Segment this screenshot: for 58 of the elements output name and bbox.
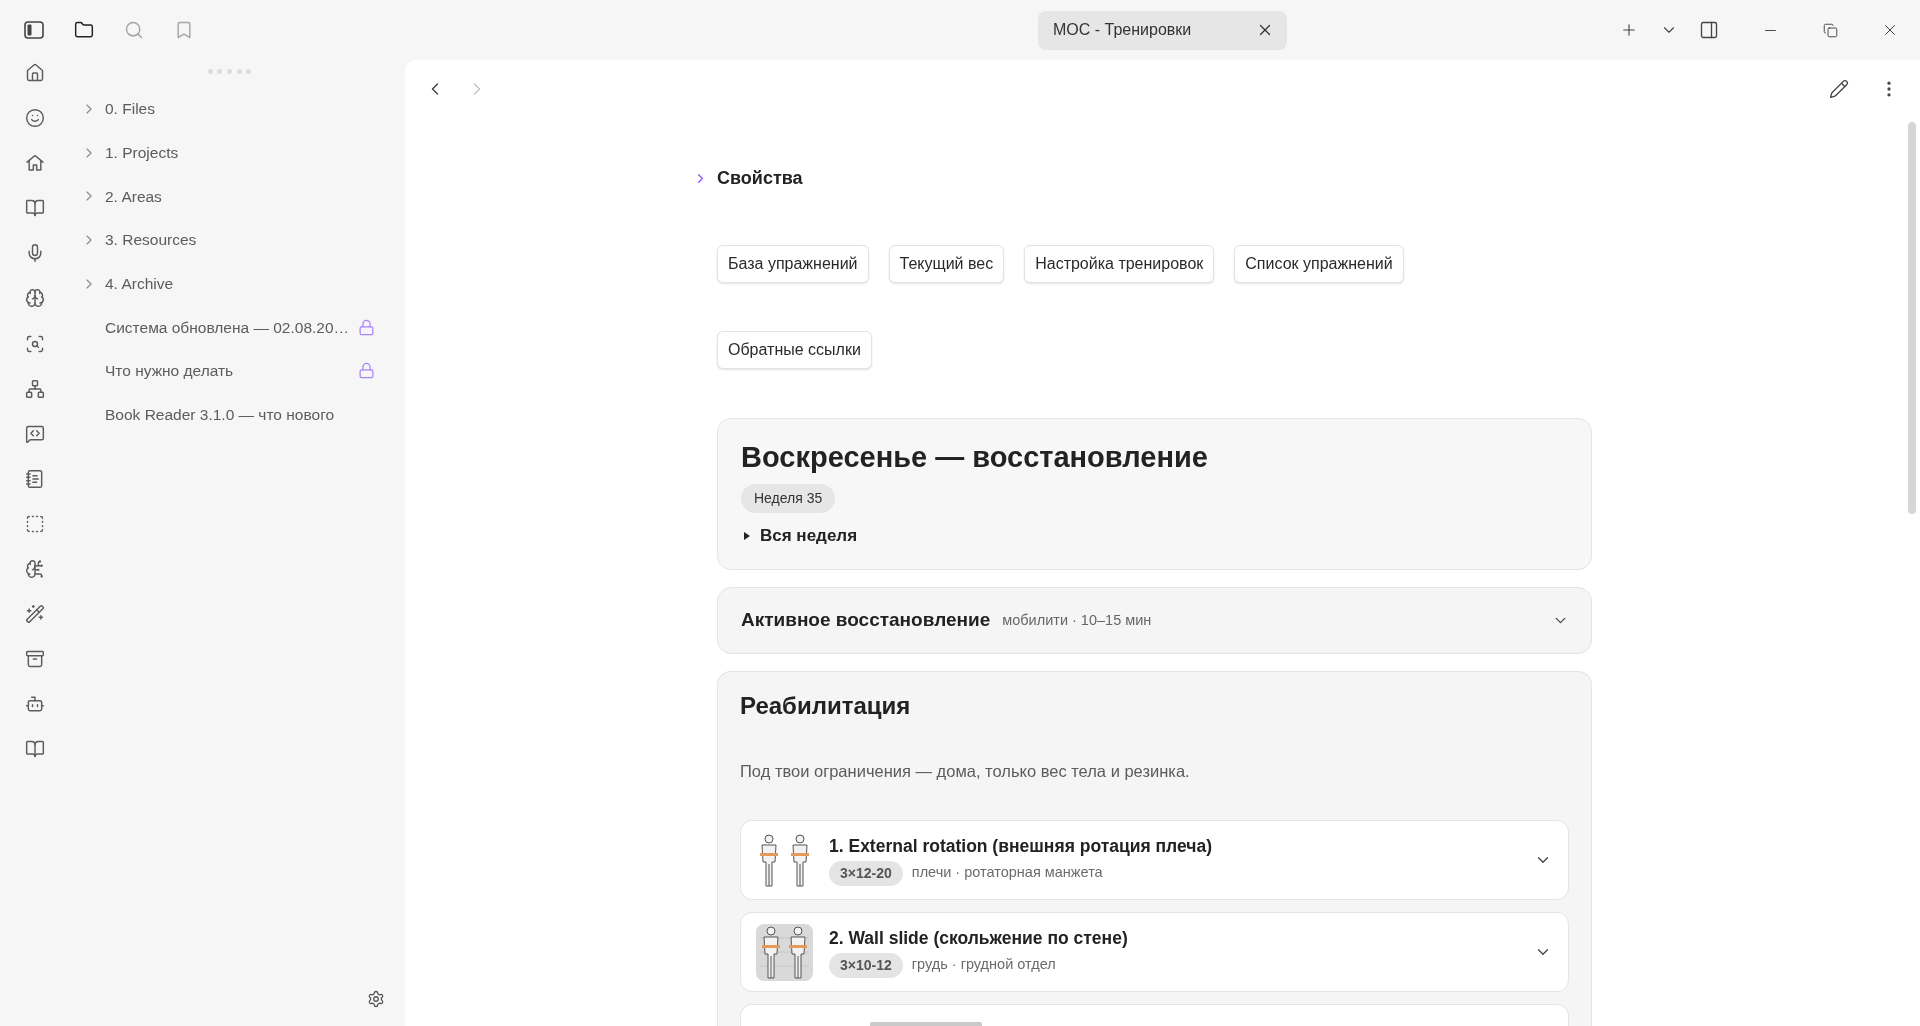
scrollbar-thumb[interactable]	[1908, 122, 1916, 514]
folder-item[interactable]: 1. Projects	[70, 140, 179, 165]
notebook-icon[interactable]	[25, 468, 45, 489]
exercise-title: 1. External rotation (внешняя ротация плеча)	[829, 834, 1212, 857]
edit-icon[interactable]	[1829, 79, 1849, 99]
link-button[interactable]: База упражнений	[717, 245, 869, 283]
file-item[interactable]: Система обновлена — 02.08.20…	[105, 315, 350, 339]
house-icon[interactable]	[25, 153, 45, 174]
section-card[interactable]: Активное восстановление мобилити · 10–15 мин	[717, 587, 1592, 654]
day-title: Воскресенье — восстановление	[741, 440, 1208, 475]
drag-handle-icon[interactable]	[208, 68, 251, 74]
disclosure-triangle-icon[interactable]	[744, 532, 750, 540]
link-button[interactable]: Обратные ссылки	[717, 331, 872, 369]
right-panel-icon[interactable]	[1699, 20, 1719, 40]
file-item[interactable]: Book Reader 3.1.0 — что нового	[105, 403, 335, 427]
file-item[interactable]: Что нужно делать	[105, 359, 234, 383]
dashed-square-icon[interactable]	[25, 513, 45, 534]
properties-toggle[interactable]: Свойства	[693, 164, 803, 192]
section-title: Реабилитация	[740, 691, 912, 721]
folder-item[interactable]: 2. Areas	[70, 184, 162, 208]
home-icon[interactable]	[25, 63, 45, 83]
sets-badge: 3×12-20	[829, 860, 903, 886]
week-badge: Неделя 35	[741, 484, 836, 513]
section-subtitle: мобилити · 10–15 мин	[1002, 610, 1152, 630]
section-title: Активное восстановление	[741, 608, 991, 633]
hierarchy-icon[interactable]	[25, 378, 45, 399]
open-book-icon[interactable]	[25, 198, 45, 219]
week-details-toggle[interactable]: Вся неделя	[741, 524, 858, 548]
exercise-illustration	[756, 923, 813, 981]
code-message-icon[interactable]	[25, 423, 45, 444]
archive-icon[interactable]	[25, 649, 45, 670]
link-button[interactable]: Текущий вес	[888, 245, 1005, 283]
sidebar-toggle-icon[interactable]	[24, 20, 44, 40]
brain-circuit-icon[interactable]	[25, 559, 45, 580]
note-tab[interactable]: MOC - Тренировки	[1038, 10, 1287, 50]
magic-wand-icon[interactable]	[25, 604, 45, 625]
folder-item[interactable]: 0. Files	[70, 97, 155, 121]
link-button[interactable]: Настройка тренировок	[1024, 245, 1215, 283]
exercise-card[interactable]: 1. External rotation (внешняя ротация плеча) 3×12-20 плечи · ротаторная манжета	[740, 820, 1569, 900]
muscle-tags: плечи · ротаторная манжета	[911, 862, 1103, 884]
scan-search-icon[interactable]	[25, 333, 45, 354]
restore-window-icon[interactable]	[1822, 22, 1838, 38]
scrollbar-thumb[interactable]	[870, 1022, 982, 1026]
section-description: Под твои ограничения — дома, только вес тела и резинка.	[740, 761, 1191, 782]
link-button[interactable]: Список упражнений	[1234, 245, 1404, 283]
folder-icon[interactable]	[74, 20, 94, 40]
brain-icon[interactable]	[25, 288, 45, 309]
sets-badge: 3×10-12	[829, 952, 903, 978]
plus-icon[interactable]	[1620, 21, 1638, 39]
exercise-card[interactable]: 2. Wall slide (скольжение по стене) 3×10-12 грудь · грудной отдел	[740, 912, 1569, 992]
folder-item[interactable]: 4. Archive	[70, 271, 174, 296]
exercise-title: 2. Wall slide (скольжение по стене)	[829, 926, 1128, 949]
settings-icon[interactable]	[367, 990, 385, 1008]
microphone-icon[interactable]	[25, 243, 45, 264]
smiley-face-icon[interactable]	[25, 108, 45, 129]
open-book-icon[interactable]	[25, 739, 45, 760]
folder-item[interactable]: 3. Resources	[70, 228, 197, 252]
muscle-tags: грудь · грудной отдел	[911, 954, 1056, 976]
